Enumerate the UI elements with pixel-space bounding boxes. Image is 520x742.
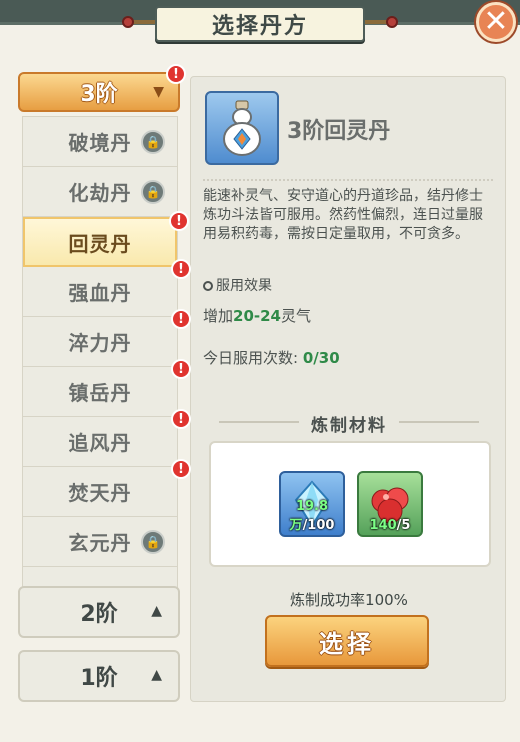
- pill-item-label: 镇岳丹: [68, 381, 132, 405]
- chevron-down-icon: ▼: [153, 84, 164, 100]
- pill-item-zhenyue[interactable]: 镇岳丹 !: [23, 359, 191, 417]
- tier-label: 1阶: [80, 666, 118, 691]
- tier-2-button[interactable]: 2阶 ▲: [18, 586, 180, 638]
- tier-list-column: 3阶 ▼ ! 破境丹 🔒 化劫丹 🔒 回灵丹 ! 强血丹 ! 淬力丹 ! 镇岳丹…: [14, 58, 191, 738]
- chevron-up-icon: ▲: [151, 603, 162, 619]
- choose-button-label: 选择: [319, 629, 375, 658]
- alert-icon: !: [171, 259, 191, 279]
- chevron-up-icon: ▲: [151, 667, 162, 683]
- pill-item-label: 回灵丹: [68, 231, 132, 256]
- pill-item-qiangxue[interactable]: 强血丹 !: [23, 259, 191, 317]
- pill-item-label: 强血丹: [68, 281, 132, 305]
- material-quantity: 140/5: [369, 518, 411, 533]
- pill-list: 破境丹 🔒 化劫丹 🔒 回灵丹 ! 强血丹 ! 淬力丹 ! 镇岳丹 ! 追风丹 …: [22, 116, 191, 626]
- tier-3-header[interactable]: 3阶 ▼ !: [18, 64, 186, 112]
- materials-title: 炼制材料: [191, 411, 507, 436]
- alert-icon: !: [169, 211, 189, 231]
- pill-item-zhuifeng[interactable]: 追风丹 !: [23, 409, 191, 467]
- pill-item-huajie[interactable]: 化劫丹 🔒: [23, 167, 177, 217]
- lock-icon: 🔒: [141, 130, 165, 154]
- pill-item-label: 焚天丹: [68, 481, 132, 505]
- choose-button[interactable]: 选择: [265, 615, 429, 667]
- pill-item-label: 玄元丹: [68, 531, 132, 555]
- alert-icon: !: [171, 359, 191, 379]
- tier-label: 3阶: [80, 82, 118, 107]
- pill-item-cuili[interactable]: 淬力丹 !: [23, 309, 191, 367]
- alert-icon: !: [171, 409, 191, 429]
- pill-name: 3阶回灵丹: [287, 119, 391, 144]
- gourd-bottle-icon: [205, 91, 279, 165]
- effect-value: 增加20-24灵气: [203, 307, 312, 325]
- material-crystal[interactable]: 19.8万/100: [279, 471, 345, 537]
- pill-item-label: 破境丹: [68, 131, 132, 155]
- pill-item-pojing[interactable]: 破境丹 🔒: [23, 117, 177, 167]
- pill-item-fentian[interactable]: 焚天丹 !: [23, 459, 191, 517]
- pill-item-label: 化劫丹: [68, 181, 132, 205]
- pill-item-huiling[interactable]: 回灵丹 !: [23, 211, 189, 267]
- close-button[interactable]: ✕: [476, 2, 516, 42]
- lock-icon: 🔒: [141, 530, 165, 554]
- alert-icon: !: [166, 64, 186, 84]
- pill-detail-panel: 3阶回灵丹 能速补灵气、安守道心的丹道珍品，结丹修士炼功斗法皆可服用。然药性偏烈…: [190, 76, 506, 702]
- pill-item-label: 淬力丹: [68, 331, 132, 355]
- materials-box: 19.8万/100 140/5: [209, 441, 491, 567]
- tier-label: 2阶: [80, 602, 118, 627]
- daily-usage: 今日服用次数: 0/30: [203, 349, 340, 367]
- pill-item-xuanyuan[interactable]: 玄元丹 🔒: [23, 517, 177, 567]
- success-rate: 炼制成功率100%: [290, 591, 408, 609]
- lock-icon: 🔒: [141, 180, 165, 204]
- pill-description: 能速补灵气、安守道心的丹道珍品，结丹修士炼功斗法皆可服用。然药性偏烈，连日过量服…: [203, 179, 493, 244]
- effect-heading: 服用效果: [203, 275, 272, 295]
- tier-1-button[interactable]: 1阶 ▲: [18, 650, 180, 702]
- close-icon: ✕: [483, 4, 509, 39]
- alert-icon: !: [171, 459, 191, 479]
- material-quantity: 19.8万/100: [289, 499, 335, 533]
- title-bar: 选择丹方: [155, 6, 365, 42]
- pill-item-label: 追风丹: [68, 431, 132, 455]
- page-title: 选择丹方: [211, 14, 308, 39]
- alert-icon: !: [171, 309, 191, 329]
- bullet-icon: [203, 281, 213, 291]
- material-red-herb[interactable]: 140/5: [357, 471, 423, 537]
